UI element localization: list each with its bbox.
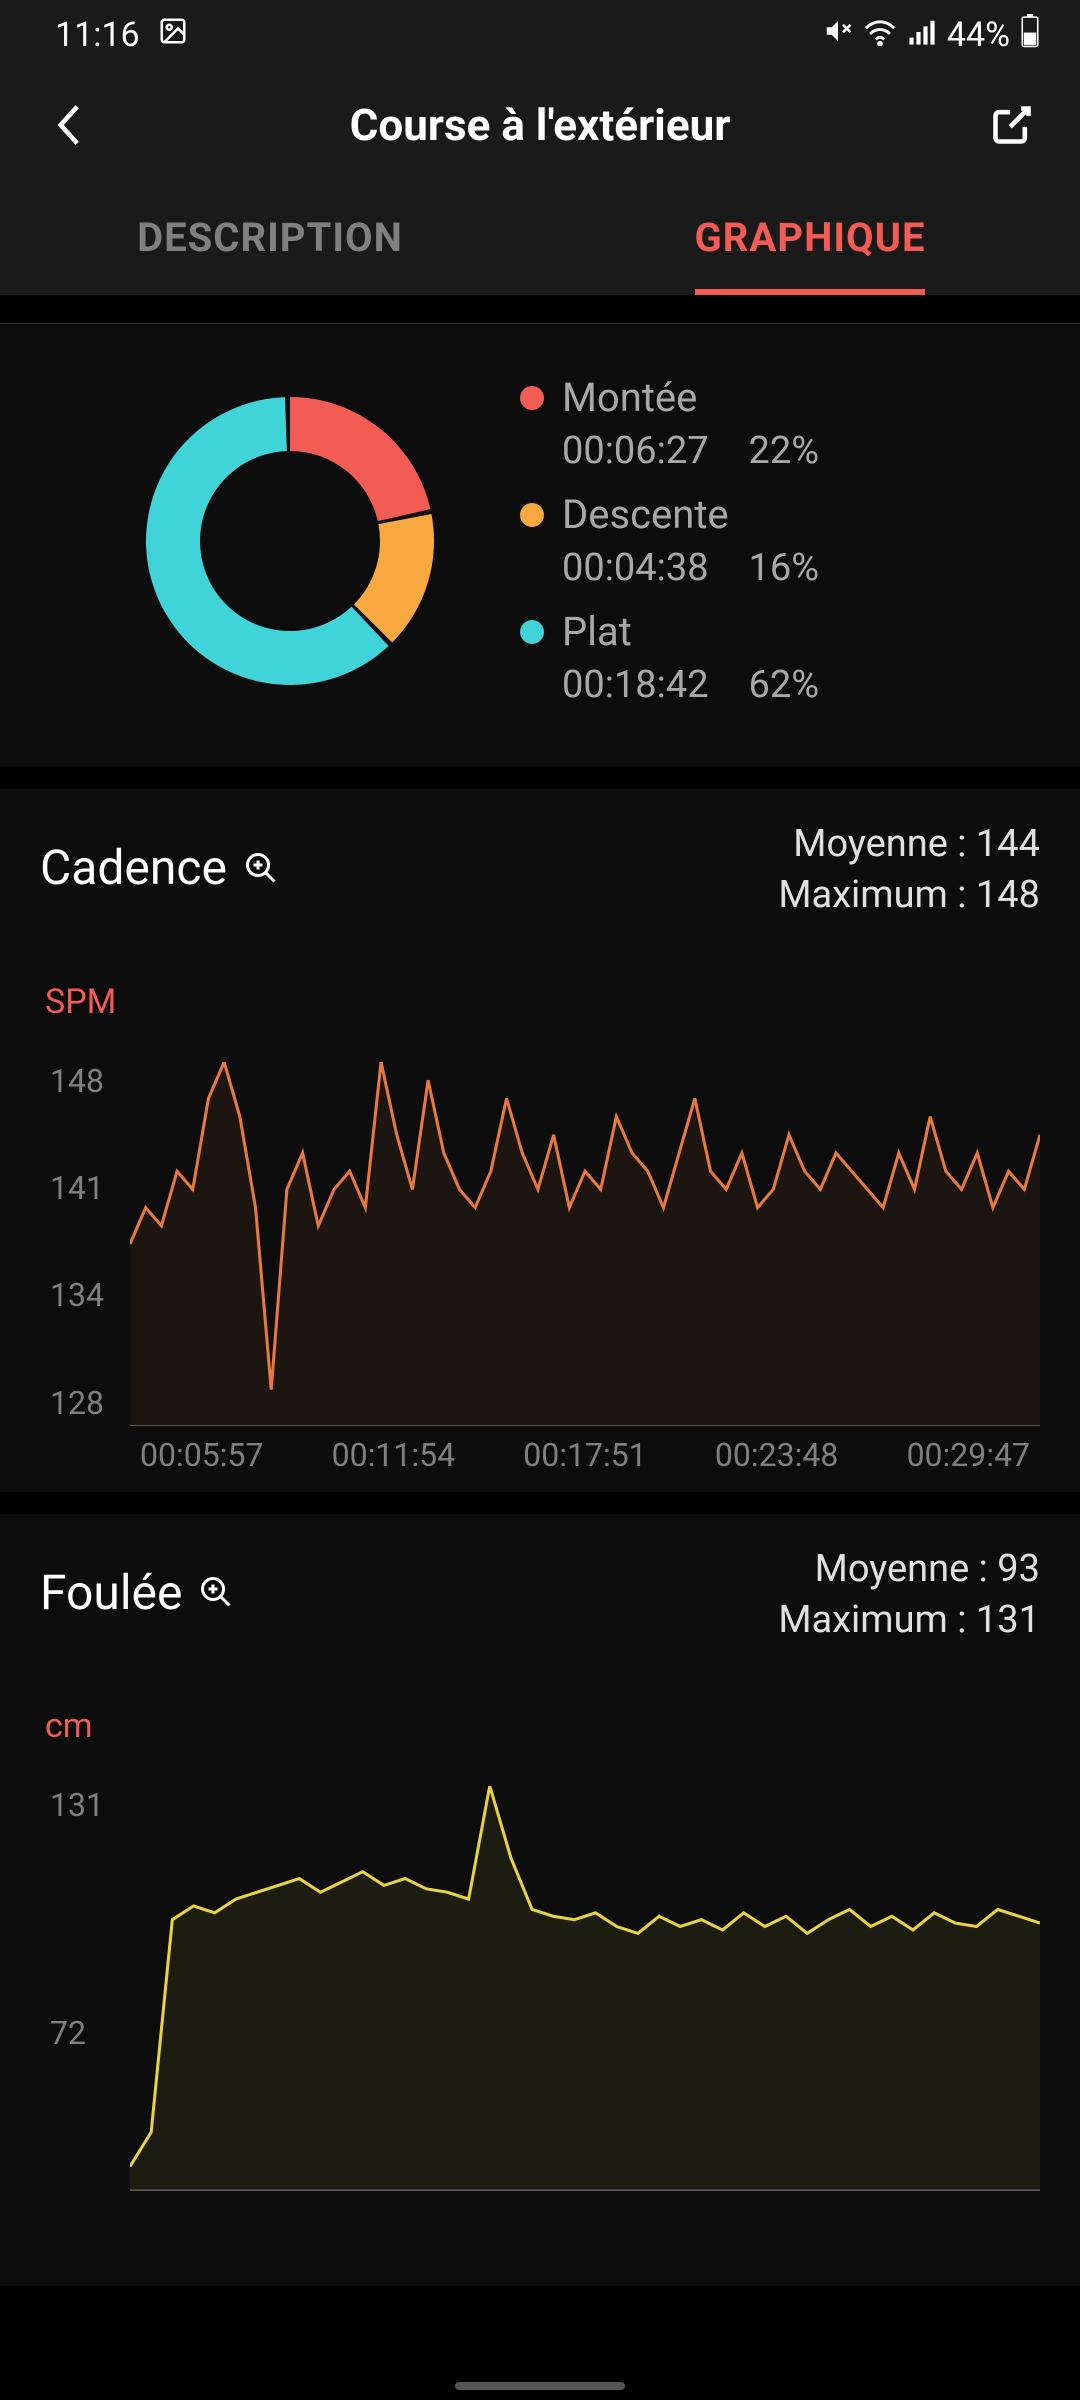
- foulee-section: Foulée Moyenne : 93 Maximum : 131 cm 131…: [0, 1492, 1080, 2287]
- share-button[interactable]: [988, 101, 1036, 149]
- terrain-section: Montée 00:06:27 22% Descente 00:04:38 16% Plat…: [0, 323, 1080, 767]
- cadence-unit: SPM: [45, 982, 1040, 1022]
- legend-name: Montée: [562, 374, 697, 421]
- legend-time: 00:18:42: [562, 663, 709, 707]
- back-button[interactable]: [44, 101, 92, 149]
- cadence-title: Cadence: [40, 839, 227, 896]
- cadence-y-axis: 148141134128: [50, 1062, 120, 1422]
- cadence-x-axis: 00:05:5700:11:5400:17:5100:23:4800:29:47: [130, 1436, 1040, 1474]
- legend-item: Plat 00:18:42 62%: [520, 608, 819, 707]
- legend-name: Plat: [562, 608, 632, 655]
- cadence-chart[interactable]: 148141134128 00:05:5700:11:5400:17:5100:…: [50, 1062, 1040, 1462]
- signal-icon: [907, 15, 937, 55]
- legend-pct: 62%: [749, 663, 820, 707]
- clock: 11:16: [55, 15, 140, 55]
- foulee-chart[interactable]: 13172: [50, 1786, 1040, 2206]
- tab-description[interactable]: DESCRIPTION: [0, 180, 540, 295]
- foulee-title: Foulée: [40, 1564, 182, 1621]
- legend-pct: 16%: [749, 546, 820, 590]
- app-header: Course à l'extérieur: [0, 70, 1080, 180]
- battery-icon: [1020, 14, 1040, 57]
- foulee-y-axis: 13172: [50, 1786, 120, 2166]
- zoom-in-icon[interactable]: [198, 1574, 234, 1610]
- legend-name: Descente: [562, 491, 729, 538]
- cadence-section: Cadence Moyenne : 144 Maximum : 148 SPM …: [0, 767, 1080, 1492]
- battery-text: 44%: [947, 15, 1010, 55]
- status-bar: 11:16 44%: [0, 0, 1080, 70]
- foulee-max: Maximum : 131: [778, 1595, 1040, 1646]
- wifi-icon: [863, 15, 897, 55]
- cadence-stats: Moyenne : 144 Maximum : 148: [778, 819, 1040, 922]
- mute-icon: [823, 15, 853, 55]
- tab-graphique[interactable]: GRAPHIQUE: [540, 180, 1080, 295]
- legend-time: 00:04:38: [562, 546, 709, 590]
- terrain-legend: Montée 00:06:27 22% Descente 00:04:38 16% Plat…: [520, 374, 819, 707]
- zoom-in-icon[interactable]: [243, 850, 279, 886]
- picture-icon: [158, 15, 188, 55]
- status-right: 44%: [823, 14, 1040, 57]
- foulee-avg: Moyenne : 93: [778, 1544, 1040, 1595]
- legend-dot-icon: [520, 503, 544, 527]
- legend-dot-icon: [520, 386, 544, 410]
- page-title: Course à l'extérieur: [92, 99, 988, 151]
- terrain-donut-chart: [140, 391, 440, 691]
- foulee-stats: Moyenne : 93 Maximum : 131: [778, 1544, 1040, 1647]
- cadence-max: Maximum : 148: [778, 870, 1040, 921]
- legend-dot-icon: [520, 620, 544, 644]
- legend-pct: 22%: [749, 429, 820, 473]
- status-left: 11:16: [55, 15, 188, 55]
- foulee-unit: cm: [45, 1706, 1040, 1746]
- legend-item: Montée 00:06:27 22%: [520, 374, 819, 473]
- cadence-avg: Moyenne : 144: [778, 819, 1040, 870]
- legend-item: Descente 00:04:38 16%: [520, 491, 819, 590]
- legend-time: 00:06:27: [562, 429, 709, 473]
- tabs: DESCRIPTION GRAPHIQUE: [0, 180, 1080, 295]
- nav-handle[interactable]: [455, 2382, 625, 2390]
